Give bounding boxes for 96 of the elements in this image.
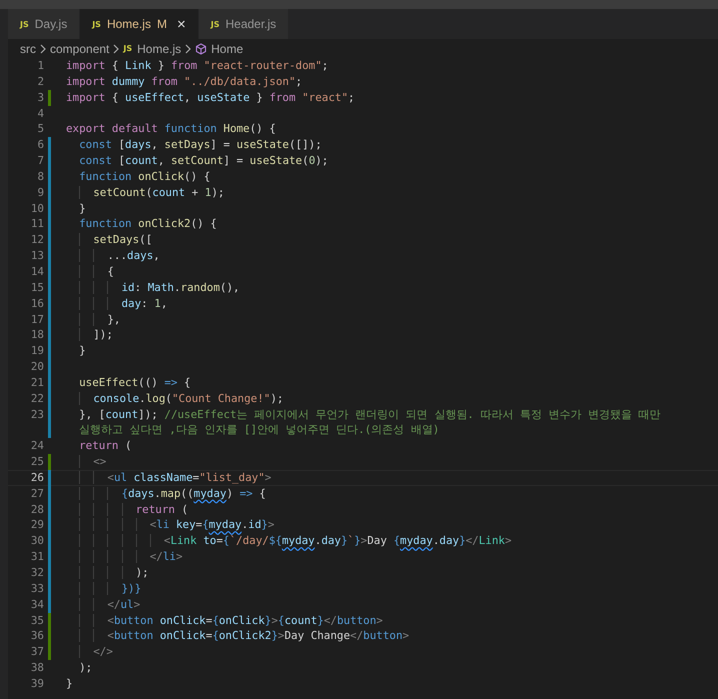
code-line: import { useEffect, useState } from "react"; [66, 90, 355, 106]
editor-tab[interactable]: JS Home.js M × [80, 9, 199, 39]
code-line: return ( [66, 502, 188, 518]
code-line: function onClick2() { [78, 216, 217, 232]
line-number: 38 [30, 660, 44, 676]
line-number: 25 [30, 454, 44, 470]
code-line: } [78, 343, 86, 360]
code-line: export default function Home() { [66, 121, 276, 138]
code-line: }, [count]); //useEffect는 페이지에서 무언가 랜더링이 되면 실행됨. 따라서 특정 변수가 변경됐을 때만 실행하고 싶다면 ,다음 인자를 []안에 넣어주면 딘다.(의존성 배열) [78, 406, 661, 438]
line-number: 39 [30, 676, 44, 692]
code-line: { [66, 264, 114, 280]
code-line: const [count, setCount] = useState(0); [78, 153, 328, 169]
line-number: 17 [30, 312, 44, 328]
code-line: console.log("Count Change!"); [66, 390, 284, 407]
line-number: 9 [36, 184, 44, 201]
code-line: })} [66, 580, 142, 597]
code-line: } [66, 676, 73, 692]
line-number: 12 [30, 232, 44, 248]
code-line: id: Math.random(), [66, 280, 240, 296]
code-line: import dummy from "../db/data.json"; [66, 74, 302, 90]
line-number: 16 [30, 296, 44, 312]
line-number: 7 [36, 153, 44, 169]
breadcrumb-item[interactable]: src [20, 42, 36, 56]
line-number: 5 [36, 121, 44, 138]
line-number: 4 [36, 106, 44, 122]
chevron-icon [185, 44, 192, 54]
close-icon[interactable]: × [176, 16, 186, 32]
line-number: 24 [30, 438, 44, 454]
code-line: ]); [66, 327, 113, 344]
line-number: 32 [30, 565, 44, 581]
code-line: useEffect(() => { [78, 374, 191, 391]
line-number: 33 [30, 580, 44, 597]
editor-tab[interactable]: JS Header.js [198, 9, 290, 39]
cube-icon [195, 42, 208, 54]
code-line: function onClick() { [78, 168, 210, 185]
editor-tab[interactable]: JS Day.js [8, 9, 80, 39]
code-line: {days.map((myday) => { [66, 486, 266, 502]
js-file-icon: JS [20, 20, 29, 28]
line-number: 37 [30, 644, 44, 660]
line-number: 31 [30, 549, 44, 565]
js-file-icon: JS [92, 20, 101, 28]
code-line: } [78, 200, 86, 216]
line-number: 8 [36, 168, 44, 185]
line-number: 34 [30, 596, 44, 613]
breadcrumb-item[interactable]: Home [195, 42, 244, 56]
line-number: 15 [30, 280, 44, 296]
line-number: 1 [36, 58, 44, 74]
line-number: 27 [30, 486, 44, 502]
chevron-icon [113, 44, 120, 54]
breadcrumb-item[interactable]: JS Home.js [123, 42, 182, 56]
code-line: <button onClick={onClick}>{count}</button> [66, 612, 383, 628]
code-line: <ul className="list_day"> [66, 470, 272, 486]
line-number: 2 [36, 74, 44, 90]
code-line: const [days, setDays] = useState([]); [78, 137, 322, 154]
code-line: </li> [66, 549, 183, 565]
code-line: </> [66, 644, 113, 660]
code-line: <button onClick={onClick2}>Day Change</button> [66, 628, 410, 644]
code-line: setDays([ [66, 232, 152, 248]
line-number: 6 [36, 137, 44, 154]
tab-label: Day.js [34, 17, 68, 31]
line-number: 20 [30, 359, 44, 375]
line-number: 30 [30, 533, 44, 550]
js-file-icon: JS [123, 44, 132, 53]
code-line: </ul> [66, 596, 140, 613]
line-number: 26 [30, 470, 44, 486]
line-number: 21 [30, 374, 44, 391]
code-line: setCount(count + 1); [66, 184, 224, 201]
line-number: 36 [30, 628, 44, 644]
code-line: <li key={myday.id}> [66, 517, 274, 534]
code-line: ); [66, 565, 149, 581]
line-number: 10 [30, 200, 44, 216]
code-line: <Link to={`/day/${myday.day}`}>Day {myday.day}</Link> [66, 533, 512, 550]
code-line: ); [78, 660, 92, 676]
line-number: 19 [30, 343, 44, 360]
line-number: 14 [30, 264, 44, 280]
code-line: ...days, [66, 248, 160, 264]
line-number: 13 [30, 248, 44, 264]
line-number: 11 [30, 216, 44, 232]
chevron-icon [40, 44, 46, 54]
code-line: import { Link } from "react-router-dom"; [66, 58, 328, 74]
line-number: 29 [30, 517, 44, 534]
code-line: <> [66, 454, 106, 470]
line-number: 22 [30, 390, 44, 407]
js-file-icon: JS [210, 20, 220, 28]
tab-label: Home.js [106, 17, 151, 31]
modified-indicator: M [156, 17, 167, 31]
line-number: 35 [30, 612, 44, 628]
code-line: return ( [78, 438, 132, 454]
tab-label: Header.js [225, 17, 276, 31]
line-number: 23 [30, 406, 44, 422]
line-number: 18 [30, 327, 44, 344]
breadcrumb-item[interactable]: component [50, 42, 110, 56]
line-number: 3 [36, 90, 44, 106]
line-number: 28 [30, 502, 44, 518]
code-line: day: 1, [66, 296, 168, 312]
code-line: }, [66, 312, 120, 328]
